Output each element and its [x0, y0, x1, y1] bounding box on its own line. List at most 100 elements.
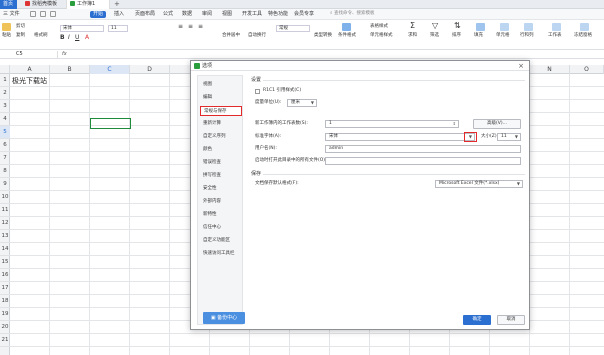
ok-button[interactable]: 确定 — [463, 315, 491, 325]
copy-button[interactable]: 复制 — [16, 33, 25, 39]
row-header-9[interactable]: 9 — [0, 178, 10, 191]
file-menu[interactable]: 三 文件 — [3, 11, 20, 18]
advanced-button[interactable]: 高级(V)... — [473, 119, 521, 129]
row-header-8[interactable]: 8 — [0, 165, 10, 178]
align-top-icon[interactable]: ≡ — [178, 24, 183, 30]
menu-page-layout[interactable]: 页面布局 — [135, 11, 155, 18]
row-col-icon[interactable] — [524, 23, 533, 31]
sidebar-item-3[interactable]: 重新计算 — [200, 119, 242, 129]
column-header-d[interactable]: D — [130, 65, 170, 74]
row-header-11[interactable]: 11 — [0, 204, 10, 217]
cell-button[interactable]: 单元格 — [496, 33, 510, 39]
italic-button[interactable]: I — [68, 35, 70, 41]
sidebar-item-5[interactable]: 颜色 — [200, 145, 242, 155]
menu-member[interactable]: 会员专享 — [294, 11, 314, 18]
column-header-a[interactable]: A — [10, 65, 50, 74]
align-bottom-icon[interactable]: ≡ — [198, 24, 203, 30]
menu-features[interactable]: 特色功能 — [268, 11, 288, 18]
row-header-14[interactable]: 14 — [0, 243, 10, 256]
row-header-4[interactable]: 4 — [0, 113, 10, 126]
sidebar-item-0[interactable]: 视图 — [200, 80, 242, 90]
sidebar-item-6[interactable]: 错误检查 — [200, 158, 242, 168]
select-all-corner[interactable] — [0, 65, 10, 74]
row-header-18[interactable]: 18 — [0, 295, 10, 308]
row-header-13[interactable]: 13 — [0, 230, 10, 243]
sidebar-item-11[interactable]: 信任中心 — [200, 223, 242, 233]
filter-button[interactable]: 筛选 — [430, 33, 439, 39]
sidebar-item-12[interactable]: 自定义功能区 — [200, 236, 242, 246]
column-header-o[interactable]: O — [570, 65, 604, 74]
print-icon[interactable] — [40, 11, 46, 17]
sidebar-item-13[interactable]: 快速访问工具栏 — [200, 249, 242, 259]
username-input[interactable]: admin — [325, 145, 521, 153]
font-size-select[interactable]: 11 ▼ — [497, 133, 521, 141]
font-size-select[interactable]: 11 — [108, 25, 128, 32]
cell-a1[interactable]: 极光下载站 — [12, 76, 47, 86]
conditional-format-button[interactable]: 条件格式 — [338, 33, 356, 39]
menu-insert[interactable]: 插入 — [114, 11, 124, 18]
row-col-button[interactable]: 行和列 — [520, 33, 534, 39]
unit-select[interactable]: 厘米 ▼ — [287, 99, 317, 107]
sidebar-item-1[interactable]: 编辑 — [200, 93, 242, 103]
align-middle-icon[interactable]: ≡ — [188, 24, 193, 30]
sidebar-item-4[interactable]: 自定义序列 — [200, 132, 242, 142]
column-header-n[interactable]: N — [530, 65, 570, 74]
file-format-select[interactable]: Microsoft Excel 文件(*.xlsx) ▼ — [435, 180, 523, 188]
menu-developer[interactable]: 开发工具 — [242, 11, 262, 18]
menu-data[interactable]: 数据 — [182, 11, 192, 18]
startup-folder-input[interactable] — [325, 157, 521, 165]
worksheet-icon[interactable] — [552, 23, 561, 31]
sidebar-item-10[interactable]: 新特性 — [200, 210, 242, 220]
tab-template[interactable]: 找稻壳模板 — [22, 0, 64, 9]
row-header-2[interactable]: 2 — [0, 87, 10, 100]
row-header-7[interactable]: 7 — [0, 152, 10, 165]
paste-button[interactable]: 粘贴 — [2, 33, 11, 39]
r1c1-checkbox[interactable] — [255, 89, 260, 94]
cell-style-button[interactable]: 单元格样式 — [370, 33, 393, 39]
font-color-button[interactable]: A — [85, 35, 89, 41]
row-header-10[interactable]: 10 — [0, 191, 10, 204]
sum-icon[interactable]: Σ — [410, 22, 415, 30]
fill-icon[interactable] — [476, 23, 485, 31]
name-box[interactable]: C5 — [0, 51, 58, 58]
backup-center-button[interactable]: ▣ 备份中心 — [203, 312, 245, 324]
fill-button[interactable]: 填充 — [474, 33, 483, 39]
row-header-21[interactable]: 21 — [0, 334, 10, 347]
row-header-6[interactable]: 6 — [0, 139, 10, 152]
bold-button[interactable]: B — [60, 35, 65, 41]
underline-button[interactable]: U — [75, 35, 79, 41]
auto-wrap-button[interactable]: 自动换行 — [248, 33, 266, 39]
column-header-b[interactable]: B — [50, 65, 90, 74]
home-tab[interactable]: 首页 — [0, 0, 17, 9]
row-header-19[interactable]: 19 — [0, 308, 10, 321]
row-header-20[interactable]: 20 — [0, 321, 10, 334]
close-icon[interactable]: × — [518, 61, 524, 71]
freeze-icon[interactable] — [580, 23, 589, 31]
tab-workbook[interactable]: 工作簿1 — [66, 0, 110, 9]
row-header-1[interactable]: 1 — [0, 74, 10, 87]
command-search[interactable]: ⌕ 查找命令、搜索模板 — [330, 10, 390, 18]
save-icon[interactable] — [30, 11, 36, 17]
number-format-select[interactable]: 常规 — [276, 25, 310, 32]
undo-icon[interactable] — [50, 11, 56, 17]
table-style-button[interactable]: 表格样式 — [370, 24, 388, 30]
worksheet-button[interactable]: 工作表 — [548, 33, 562, 39]
fx-icon[interactable]: fx — [62, 51, 67, 58]
freeze-panes-button[interactable]: 冻结窗格 — [574, 33, 592, 39]
column-header-c[interactable]: C — [90, 65, 130, 74]
row-header-15[interactable]: 15 — [0, 256, 10, 269]
sort-button[interactable]: 排序 — [452, 33, 461, 39]
sidebar-item-7[interactable]: 拼写检查 — [200, 171, 242, 181]
filter-icon[interactable]: ▽ — [432, 22, 438, 30]
sort-icon[interactable]: ⇅ — [454, 22, 461, 30]
menu-review[interactable]: 审阅 — [202, 11, 212, 18]
standard-font-select[interactable]: 宋体 ▼ — [325, 133, 475, 141]
type-convert-button[interactable]: 类型转换 — [314, 33, 332, 39]
sidebar-item-9[interactable]: 外部内容 — [200, 197, 242, 207]
cancel-button[interactable]: 取消 — [497, 315, 525, 325]
sidebar-item-8[interactable]: 安全性 — [200, 184, 242, 194]
font-family-select[interactable]: 宋体 — [60, 25, 104, 32]
sidebar-item-2[interactable]: 常规与保存 — [200, 106, 242, 116]
sum-button[interactable]: 求和 — [408, 33, 417, 39]
new-sheets-spinner[interactable]: 1 ⇕ — [325, 120, 459, 128]
